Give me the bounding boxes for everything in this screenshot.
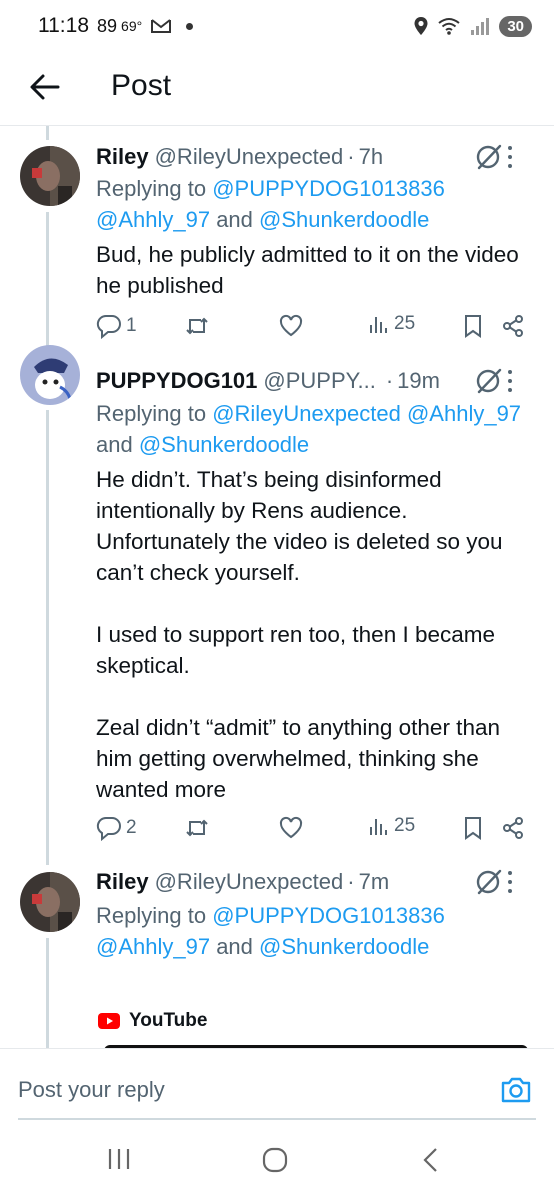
replying-to: Replying to @PUPPYDOG1013836 @Ahhly_97 a…	[96, 900, 538, 962]
status-extra: 89	[97, 15, 118, 36]
thread-connector	[46, 938, 49, 1048]
views-icon	[370, 317, 387, 333]
replying-to-label: Replying to	[96, 903, 213, 928]
heart-icon	[279, 314, 303, 337]
reply-button[interactable]: 1	[96, 313, 137, 339]
reply-count: 2	[126, 817, 137, 838]
mention-link[interactable]: @Ahhly_97	[407, 401, 521, 426]
views-button[interactable]: 25	[368, 815, 415, 837]
youtube-embed-header[interactable]: YouTube	[98, 1010, 207, 1032]
share-icon	[503, 315, 523, 337]
post-text: Bud, he publicly admitted to it on the v…	[96, 239, 532, 301]
mention-link[interactable]: @Shunkerdoodle	[259, 934, 429, 959]
status-time: 11:18	[38, 14, 89, 37]
share-button[interactable]	[500, 815, 526, 841]
views-button[interactable]: 25	[368, 313, 415, 335]
author-handle[interactable]: @RileyUnexpected	[155, 144, 344, 170]
author-handle[interactable]: @RileyUnexpected	[155, 869, 344, 895]
post-paragraph: Bud, he publicly admitted to it on the v…	[96, 242, 519, 298]
more-vertical-icon[interactable]	[500, 144, 520, 170]
reply-composer: Post your reply	[0, 1048, 554, 1120]
post-time: 7m	[358, 869, 390, 894]
heart-icon	[279, 816, 303, 839]
repost-button[interactable]	[184, 313, 210, 339]
repost-button[interactable]	[184, 815, 210, 841]
bookmark-icon	[465, 315, 481, 338]
like-button[interactable]	[278, 313, 304, 339]
post-paragraph: I used to support ren too, then I became…	[96, 622, 496, 678]
youtube-icon	[98, 1013, 120, 1029]
reply-input[interactable]: Post your reply	[18, 1077, 165, 1103]
action-bar: 1 25	[96, 313, 534, 343]
and-label: and	[96, 432, 139, 457]
separator-dot: ·	[347, 869, 355, 894]
arrow-left-icon[interactable]	[28, 70, 62, 104]
camera-icon[interactable]	[500, 1075, 532, 1105]
avatar[interactable]	[20, 872, 80, 932]
thread-connector	[46, 126, 49, 140]
reply-count: 1	[126, 315, 137, 336]
mention-link[interactable]: @RileyUnexpected	[212, 401, 401, 426]
replying-to-label: Replying to	[96, 176, 213, 201]
system-navigation-bar	[0, 1120, 554, 1200]
and-label: and	[210, 207, 260, 232]
back-nav-icon[interactable]	[418, 1146, 442, 1174]
and-label: and	[210, 934, 260, 959]
status-temperature: 69°	[121, 18, 143, 34]
home-icon[interactable]	[261, 1146, 289, 1174]
share-button[interactable]	[500, 313, 526, 339]
more-vertical-icon[interactable]	[500, 869, 520, 895]
more-vertical-icon[interactable]	[500, 368, 520, 394]
dot-icon	[186, 22, 194, 30]
author-name[interactable]: PUPPYDOG101	[96, 368, 257, 394]
mention-link[interactable]: @PUPPYDOG1013836	[212, 903, 445, 928]
bookmark-button[interactable]	[462, 815, 484, 841]
reply-icon	[96, 816, 121, 841]
separator-dot: ·	[347, 144, 355, 169]
action-bar: 2 25	[96, 815, 534, 845]
mention-link[interactable]: @Ahhly_97	[96, 934, 210, 959]
battery-level: 30	[499, 15, 532, 37]
view-count: 25	[394, 313, 416, 334]
bookmark-icon	[465, 817, 481, 840]
post-paragraph: He didn’t. That’s being disinformed inte…	[96, 467, 503, 585]
repost-icon	[186, 819, 208, 837]
author-name[interactable]: Riley	[96, 144, 149, 170]
reply-icon	[96, 314, 121, 339]
mention-link[interactable]: @PUPPYDOG1013836	[212, 176, 445, 201]
page-title: Post	[111, 69, 172, 102]
author-handle[interactable]: @PUPPY...	[263, 368, 375, 394]
reply-button[interactable]: 2	[96, 815, 137, 841]
replying-to-label: Replying to	[96, 401, 213, 426]
bookmark-button[interactable]	[462, 313, 484, 339]
status-bar: 11:18 89 69° 30	[0, 0, 554, 52]
view-count: 25	[394, 815, 416, 836]
recent-apps-icon[interactable]	[106, 1146, 132, 1172]
wifi-icon	[438, 18, 460, 35]
post-time: 7h	[358, 144, 384, 169]
mention-link[interactable]: @Shunkerdoodle	[139, 432, 309, 457]
top-app-bar: Post	[0, 52, 554, 126]
repost-icon	[186, 317, 208, 335]
embed-source-label: YouTube	[129, 1010, 208, 1031]
replying-to: Replying to @PUPPYDOG1013836 @Ahhly_97 a…	[96, 173, 538, 235]
post-paragraph: Zeal didn’t “admit” to anything other th…	[96, 715, 500, 802]
signal-icon	[471, 18, 490, 35]
avatar[interactable]	[20, 345, 80, 405]
post-time: 19m	[397, 368, 440, 393]
thread-connector	[46, 212, 49, 350]
separator-dot: ·	[385, 368, 394, 393]
like-button[interactable]	[278, 815, 304, 841]
mention-link[interactable]: @Ahhly_97	[96, 207, 210, 232]
location-icon	[414, 17, 428, 35]
views-icon	[370, 819, 387, 835]
avatar[interactable]	[20, 146, 80, 206]
replying-to: Replying to @RileyUnexpected @Ahhly_97 a…	[96, 398, 538, 460]
share-icon	[503, 817, 523, 839]
post-text: He didn’t. That’s being disinformed inte…	[96, 464, 532, 805]
gmail-icon	[151, 19, 172, 33]
thread-connector	[46, 410, 49, 865]
mention-link[interactable]: @Shunkerdoodle	[259, 207, 429, 232]
author-name[interactable]: Riley	[96, 869, 149, 895]
